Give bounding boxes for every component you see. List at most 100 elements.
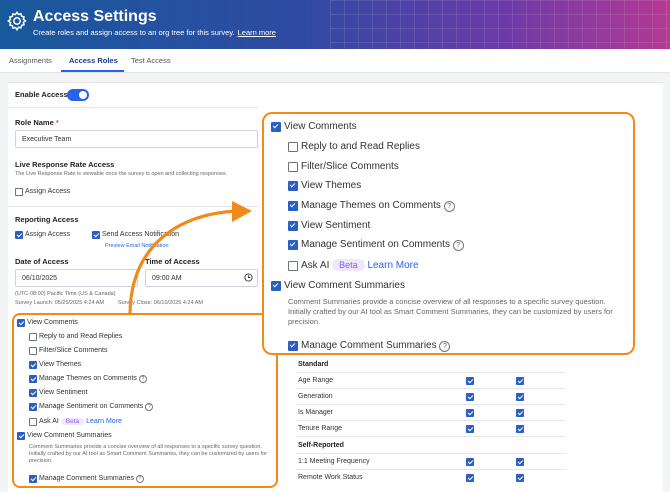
beta-badge: Beta — [332, 259, 365, 271]
table-row: Is Manager — [298, 409, 334, 416]
ask-ai-label: Ask AI Beta Learn More — [301, 259, 419, 271]
view-sentiment-label: View Sentiment — [301, 220, 371, 231]
comments-permissions-highlight-zoom: View Comments Reply to and Read Replies … — [262, 112, 635, 355]
reporting-assign-access-checkbox[interactable] — [15, 231, 23, 239]
enable-access-toggle[interactable] — [67, 89, 89, 101]
filter-label: Filter/Slice Comments — [39, 347, 108, 354]
manage-summaries-label: Manage Comment Summaries ? — [39, 475, 144, 483]
view-summaries-checkbox[interactable] — [271, 281, 281, 291]
manage-summaries-label: Manage Comment Summaries ? — [301, 340, 451, 352]
enable-access-label: Enable Access — [15, 90, 68, 99]
view-sentiment-label: View Sentiment — [39, 389, 88, 396]
filter-checkbox[interactable] — [29, 347, 37, 355]
summaries-desc: Comment Summaries provide a concise over… — [29, 444, 268, 464]
role-name-label: Role Name * — [15, 118, 59, 127]
group-header-self-reported: Self-Reported — [298, 442, 344, 449]
manage-sentiment-checkbox[interactable] — [288, 240, 298, 250]
manage-themes-label: Manage Themes on Comments ? — [301, 200, 455, 212]
help-icon[interactable]: ? — [443, 201, 455, 212]
view-themes-label: View Themes — [39, 361, 82, 368]
row-checkbox[interactable] — [516, 409, 524, 417]
header-pattern — [330, 0, 670, 49]
summaries-desc: Comment Summaries provide a concise over… — [288, 297, 613, 326]
highlight-arrow — [128, 201, 252, 316]
view-summaries-label: View Comment Summaries — [284, 280, 405, 291]
row-checkbox[interactable] — [466, 393, 474, 401]
reply-label: Reply to and Read Replies — [39, 333, 123, 340]
live-assign-access-label: Assign Access — [25, 188, 71, 195]
view-summaries-checkbox[interactable] — [17, 432, 25, 440]
manage-themes-checkbox[interactable] — [29, 375, 37, 383]
view-comments-checkbox[interactable] — [271, 122, 281, 132]
page-header: Access Settings Create roles and assign … — [0, 0, 670, 49]
help-icon[interactable]: ? — [439, 341, 451, 352]
learn-more-link[interactable]: Learn more — [238, 28, 276, 37]
help-icon[interactable]: ? — [135, 475, 144, 483]
row-checkbox[interactable] — [466, 409, 474, 417]
tab-assignments[interactable]: Assignments — [9, 56, 52, 65]
manage-themes-checkbox[interactable] — [288, 201, 298, 211]
ask-ai-learn-more-link[interactable]: Learn More — [367, 260, 418, 271]
view-comments-label: View Comments — [27, 319, 78, 326]
page-subtitle: Create roles and assign access to an org… — [33, 28, 276, 37]
live-assign-access-checkbox[interactable] — [15, 188, 23, 196]
reply-label: Reply to and Read Replies — [301, 141, 420, 152]
send-notification-checkbox[interactable] — [92, 231, 100, 239]
table-row: Remote Work Status — [298, 474, 363, 481]
row-checkbox[interactable] — [466, 474, 474, 482]
reply-checkbox[interactable] — [288, 142, 298, 152]
table-row: 1:1 Meeting Frequency — [298, 458, 370, 465]
live-rate-desc: The Live Response Rate is viewable once … — [15, 171, 228, 177]
ask-ai-checkbox[interactable] — [288, 261, 298, 271]
timezone-label: (UTC-08:00) Pacific Time (US & Canada) — [15, 291, 116, 297]
ask-ai-checkbox[interactable] — [29, 418, 37, 426]
tab-access-roles[interactable]: Access Roles — [69, 56, 118, 65]
row-checkbox[interactable] — [516, 458, 524, 466]
divider — [8, 107, 258, 108]
row-checkbox[interactable] — [466, 377, 474, 385]
help-icon[interactable]: ? — [138, 375, 147, 383]
view-summaries-label: View Comment Summaries — [27, 432, 112, 439]
gear-icon — [7, 11, 27, 32]
ask-ai-learn-more-link[interactable]: Learn More — [86, 418, 122, 425]
help-icon[interactable]: ? — [452, 240, 464, 251]
view-comments-checkbox[interactable] — [17, 319, 25, 327]
role-name-input[interactable]: Executive Team — [15, 130, 258, 148]
view-sentiment-checkbox[interactable] — [288, 221, 298, 231]
page-title: Access Settings — [33, 8, 157, 25]
active-tab-indicator — [61, 70, 124, 72]
row-checkbox[interactable] — [516, 377, 524, 385]
manage-sentiment-label: Manage Sentiment on Comments ? — [39, 403, 154, 411]
tab-test-access[interactable]: Test Access — [131, 56, 171, 65]
view-comments-label: View Comments — [284, 121, 357, 132]
beta-badge: Beta — [60, 418, 85, 425]
help-icon[interactable]: ? — [145, 403, 154, 411]
group-header-standard: Standard — [298, 361, 329, 368]
view-themes-checkbox[interactable] — [288, 181, 298, 191]
row-checkbox[interactable] — [466, 425, 474, 433]
manage-sentiment-label: Manage Sentiment on Comments ? — [301, 239, 464, 251]
table-row: Age Range — [298, 377, 334, 384]
manage-summaries-checkbox[interactable] — [288, 341, 298, 351]
survey-launch-label: Survey Launch: 05/25/2025 4:24 AM — [15, 300, 104, 306]
date-of-access-label: Date of Access — [15, 257, 69, 266]
manage-sentiment-checkbox[interactable] — [29, 403, 37, 411]
row-checkbox[interactable] — [516, 393, 524, 401]
reporting-assign-access-label: Assign Access — [25, 231, 71, 238]
live-rate-label: Live Response Rate Access — [15, 160, 115, 169]
view-themes-checkbox[interactable] — [29, 361, 37, 369]
view-themes-label: View Themes — [301, 180, 362, 191]
reply-checkbox[interactable] — [29, 333, 37, 341]
filter-label: Filter/Slice Comments — [301, 161, 399, 172]
view-sentiment-checkbox[interactable] — [29, 389, 37, 397]
table-row: Tenure Range — [298, 425, 342, 432]
row-checkbox[interactable] — [516, 425, 524, 433]
row-checkbox[interactable] — [516, 474, 524, 482]
row-checkbox[interactable] — [466, 458, 474, 466]
table-row: Generation — [298, 393, 333, 400]
manage-themes-label: Manage Themes on Comments ? — [39, 375, 147, 383]
reporting-access-label: Reporting Access — [15, 215, 79, 224]
filter-checkbox[interactable] — [288, 162, 298, 172]
tab-bar: Assignments Access Roles Test Access — [0, 49, 670, 73]
manage-summaries-checkbox[interactable] — [29, 475, 37, 483]
